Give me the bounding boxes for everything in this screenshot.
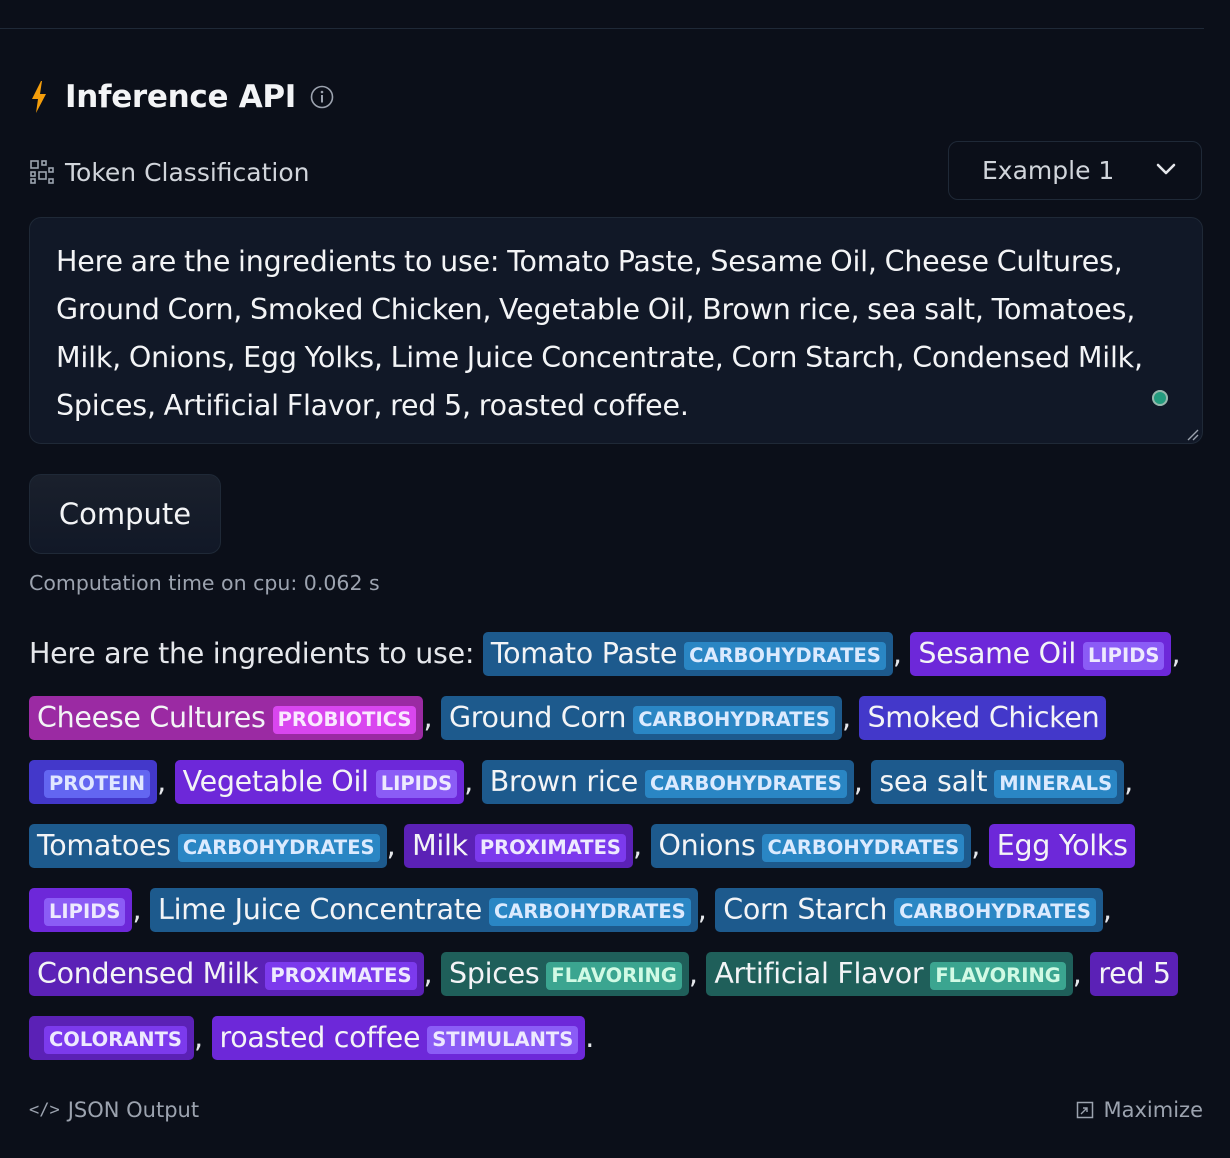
entity-label-badge: CARBOHYDRATES — [177, 834, 380, 862]
chevron-down-icon — [1155, 161, 1177, 180]
entity-separator: , — [841, 701, 860, 734]
entity-label-badge: PROTEIN — [44, 770, 151, 798]
entity-separator: , — [853, 765, 872, 798]
lightning-bolt-icon — [29, 80, 51, 114]
input-textarea[interactable]: Here are the ingredients to use: Tomato … — [29, 217, 1203, 444]
token-classification-icon — [29, 159, 55, 185]
output-prefix: Here are the ingredients to use: — [29, 637, 483, 670]
computation-time: Computation time on cpu: 0.062 s — [29, 571, 380, 595]
info-icon[interactable] — [310, 85, 334, 109]
compute-button[interactable]: Compute — [29, 474, 221, 554]
entity-label-badge: PROXIMATES — [265, 962, 417, 990]
entity-separator: , — [632, 829, 651, 862]
widget-header: Inference API — [29, 74, 334, 120]
entity-text: Egg Yolks — [996, 829, 1128, 862]
classification-output: Here are the ingredients to use: Tomato … — [29, 622, 1203, 1070]
entity-label-badge: STIMULANTS — [427, 1026, 579, 1054]
entity-separator: , — [464, 765, 482, 798]
entity-text: Cheese Cultures — [37, 701, 266, 734]
entity-text: Milk — [412, 829, 468, 862]
entity-text: red 5 — [1098, 957, 1171, 990]
entity-text: Smoked Chicken — [867, 701, 1100, 734]
input-text[interactable]: Here are the ingredients to use: Tomato … — [56, 238, 1176, 430]
top-divider — [0, 28, 1204, 29]
entity-label-badge: CARBOHYDRATES — [645, 770, 847, 798]
entity-highlight: Artificial Flavor FLAVORING — [706, 952, 1073, 996]
entity-label-badge: MINERALS — [994, 770, 1118, 798]
entity-text: Onions — [658, 829, 756, 862]
entity-text: roasted coffee — [219, 1021, 421, 1054]
entity-highlight: Condensed Milk PROXIMATES — [29, 952, 424, 996]
entity-text: Condensed Milk — [37, 957, 259, 990]
entity-separator: , — [386, 829, 405, 862]
entity-text: Lime Juice Concentrate — [158, 893, 482, 926]
entity-label-badge: FLAVORING — [546, 962, 682, 990]
entity-highlight: roasted coffee STIMULANTS — [211, 1016, 586, 1060]
entity-separator: , — [193, 1021, 212, 1054]
entity-separator: , — [1171, 637, 1181, 670]
entity-highlight: Sesame Oil LIPIDS — [910, 632, 1172, 676]
entity-text: Ground Corn — [448, 701, 627, 734]
json-output-toggle[interactable]: </> JSON Output — [29, 1098, 199, 1122]
entity-highlight: Lime Juice Concentrate CARBOHYDRATES — [150, 888, 698, 932]
entity-separator: , — [132, 893, 150, 926]
entity-highlight: Spices FLAVORING — [441, 952, 689, 996]
entity-label-badge: LIPIDS — [375, 770, 458, 798]
entity-label-badge: LIPIDS — [1083, 642, 1165, 670]
entity-label-badge: PROBIOTICS — [272, 706, 417, 734]
entity-text: Tomato Paste — [490, 637, 678, 670]
entity-highlight: Vegetable Oil LIPIDS — [174, 760, 465, 804]
entity-label-badge: COLORANTS — [44, 1026, 187, 1054]
entity-label-badge: CARBOHYDRATES — [762, 834, 965, 862]
task-label: Token Classification — [65, 157, 310, 187]
entity-text: Artificial Flavor — [714, 957, 924, 990]
maximize-icon — [1076, 1101, 1094, 1119]
entity-highlight: sea salt MINERALS — [871, 760, 1125, 804]
entity-highlight: Tomatoes CARBOHYDRATES — [29, 824, 387, 868]
entity-highlight: Brown rice CARBOHYDRATES — [481, 760, 854, 804]
resize-handle-icon[interactable] — [1185, 426, 1199, 441]
entity-label-badge: CARBOHYDRATES — [633, 706, 835, 734]
entity-list: Tomato Paste CARBOHYDRATES, Sesame Oil LIP… — [29, 632, 1181, 1060]
entity-highlight: Tomato Paste CARBOHYDRATES — [482, 632, 893, 676]
entity-text: Corn Starch — [723, 893, 888, 926]
entity-text: sea salt — [879, 765, 988, 798]
entity-text: Tomatoes — [37, 829, 171, 862]
entity-separator: , — [1102, 893, 1112, 926]
entity-separator: , — [971, 829, 989, 862]
example-select-value: Example 1 — [982, 156, 1115, 185]
task-type: Token Classification — [29, 154, 310, 190]
entity-label-badge: CARBOHYDRATES — [894, 898, 1096, 926]
entity-text: Vegetable Oil — [182, 765, 369, 798]
example-select[interactable]: Example 1 — [948, 141, 1202, 200]
json-output-label: JSON Output — [67, 1098, 200, 1122]
entity-highlight: Cheese Cultures PROBIOTICS — [29, 696, 424, 740]
entity-separator: , — [423, 957, 442, 990]
entity-text: Spices — [449, 957, 540, 990]
entity-separator: , — [892, 637, 911, 670]
maximize-label: Maximize — [1103, 1098, 1203, 1122]
entity-separator: , — [1072, 957, 1091, 990]
entity-separator: , — [697, 893, 716, 926]
entity-separator: . — [585, 1021, 595, 1054]
entity-highlight: Onions CARBOHYDRATES — [650, 824, 972, 868]
entity-label-badge: FLAVORING — [930, 962, 1066, 990]
entity-label-badge: LIPIDS — [44, 898, 126, 926]
entity-separator: , — [157, 765, 175, 798]
page-title: Inference API — [65, 79, 297, 115]
entity-label-badge: PROXIMATES — [474, 834, 626, 862]
entity-separator: , — [423, 701, 441, 734]
code-icon: </> — [29, 1100, 60, 1120]
entity-label-badge: CARBOHYDRATES — [684, 642, 886, 670]
entity-separator: , — [1124, 765, 1133, 798]
entity-highlight: Ground Corn CARBOHYDRATES — [440, 696, 842, 740]
entity-label-badge: CARBOHYDRATES — [488, 898, 691, 926]
entity-text: Brown rice — [489, 765, 639, 798]
status-dot-icon — [1152, 390, 1168, 406]
entity-text: Sesame Oil — [918, 637, 1076, 670]
entity-highlight: Corn Starch CARBOHYDRATES — [715, 888, 1103, 932]
entity-separator: , — [688, 957, 707, 990]
entity-highlight: Milk PROXIMATES — [404, 824, 633, 868]
maximize-button[interactable]: Maximize — [1076, 1098, 1203, 1122]
